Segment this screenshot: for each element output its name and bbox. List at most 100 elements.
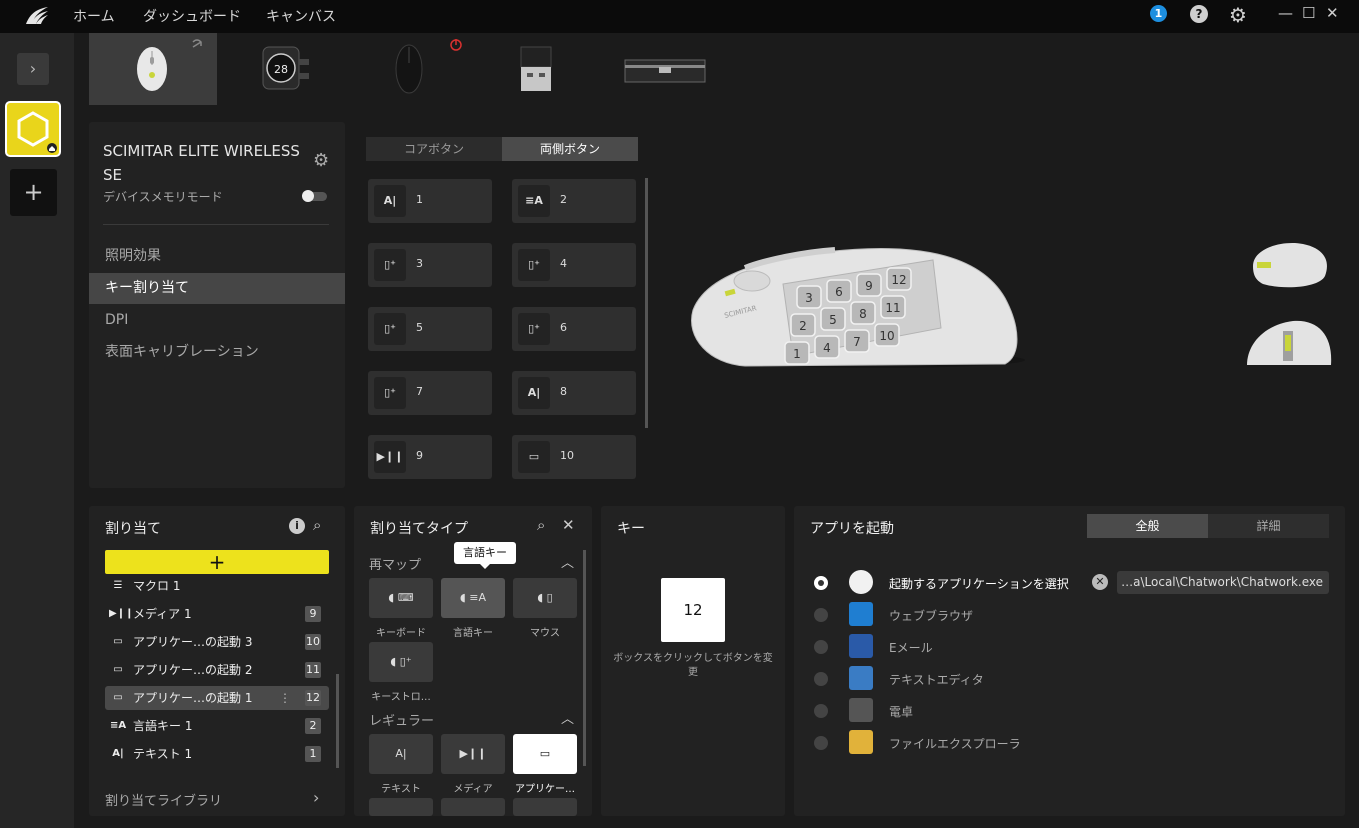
key-button-10[interactable]: ▭ 10 [512,435,636,479]
assignment-item[interactable]: ▭ アプリケー…の起動 2 11 [105,658,329,682]
key-hint-text: ボックスをクリックしてボタンを変更 [613,653,773,678]
text-type-card[interactable]: A| [369,734,433,774]
more-options-icon[interactable]: ⋮ [279,686,291,710]
assignment-type-panel: 割り当てタイプ ⌕ ✕ 再マップ ︿ 言語キー ◖ ⌨ キーボード ◖ ≡A 言語キー… [354,506,592,816]
corsair-logo-icon [26,7,48,24]
notification-badge[interactable]: 1 [1150,5,1167,22]
nav-canvas[interactable]: キャンバス [266,6,336,26]
radio-text-editor[interactable] [814,672,828,686]
mouse-top-view-thumbnail[interactable] [1243,236,1333,296]
app-launch-type-card[interactable]: ▭ [513,734,577,774]
help-icon[interactable]: ? [1190,5,1208,23]
close-icon[interactable]: ✕ [562,516,575,534]
radio-chatwork[interactable] [814,576,828,590]
language-icon: ≡A [518,185,550,217]
add-assignment-button[interactable]: + [105,550,329,574]
assignment-item[interactable]: ▭ アプリケー…の起動 1 12 ⋮ [105,686,329,710]
device-settings-gear-icon[interactable]: ⚙ [313,150,329,171]
chevron-up-icon[interactable]: ︿ [561,552,574,571]
profile-tile[interactable] [5,101,61,157]
scimitar-mouse-image: SCIMITAR 3 6 9 122 5 8 111 4 7 10 [691,247,1025,368]
nav-home[interactable]: ホーム [73,6,115,26]
assignment-list-scrollbar[interactable] [336,674,339,768]
clear-path-icon[interactable]: ✕ [1092,574,1108,590]
key-button-9[interactable]: ▶❙❙ 9 [368,435,492,479]
mouse-side-view-thumbnail[interactable] [1243,315,1335,373]
device-black-mouse[interactable] [345,33,473,105]
assignment-type-scrollbar[interactable] [583,550,586,766]
add-profile-button[interactable]: + [10,169,57,216]
assignment-library-link[interactable]: 割り当てライブラリ [105,790,222,809]
type-card-partial[interactable] [513,798,577,816]
maximize-icon[interactable]: ☐ [1302,4,1315,22]
white-mouse-icon [137,39,202,91]
key-button-1[interactable]: A| 1 [368,179,492,223]
key-button-6[interactable]: ▯⁺ 6 [512,307,636,351]
keypad-key-label: 4 [823,341,831,355]
tab-general[interactable]: 全般 [1087,514,1208,538]
radio-email[interactable] [814,640,828,654]
keypad-key-label: 2 [799,319,807,333]
key-button-3[interactable]: ▯⁺ 3 [368,243,492,287]
radio-browser[interactable] [814,608,828,622]
radio-folder[interactable] [814,736,828,750]
tab-core-buttons[interactable]: コアボタン [366,137,502,161]
device-name: SCIMITAR ELITE WIRELESS SE [103,142,300,184]
app-option-label: テキストエディタ [889,673,984,687]
device-ram-module[interactable] [601,33,729,105]
device-scimitar-white[interactable] [89,33,217,105]
tab-side-buttons[interactable]: 両側ボタン [502,137,638,161]
assignment-item[interactable]: ☰ マクロ 1 [105,574,329,598]
key-button-8[interactable]: A| 8 [512,371,636,415]
close-icon[interactable]: ✕ [1326,4,1339,22]
tab-advanced[interactable]: 詳細 [1208,514,1329,538]
keypad-key-label: 5 [829,313,837,327]
media-type-card[interactable]: ▶❙❙ [441,734,505,774]
text-icon: A| [112,748,124,759]
minimize-icon[interactable]: — [1278,4,1293,22]
assignment-key-count: 12 [305,690,321,706]
assignment-item[interactable]: ≡A 言語キー 1 2 [105,714,329,738]
keypad-key-label: 7 [853,335,861,349]
keystroke-type-card[interactable]: ◖ ▯⁺ [369,642,433,682]
type-card-partial[interactable] [369,798,433,816]
assignments-title: 割り当て [105,521,161,537]
search-icon[interactable]: ⌕ [537,516,545,534]
key-select-box[interactable]: 12 [661,578,725,642]
info-icon[interactable]: i [289,518,305,534]
mouse-type-card[interactable]: ◖ ▯ [513,578,577,618]
keypad-key-label: 3 [805,291,813,305]
key-grid-scrollbar[interactable] [645,178,648,428]
assignment-item[interactable]: ▶❙❙ メディア 1 9 [105,602,329,626]
menu-lighting-effects[interactable]: 照明効果 [89,241,345,272]
expand-rail-chevron-icon[interactable]: › [17,53,49,85]
settings-gear-icon[interactable]: ⚙ [1229,3,1247,27]
key-button-7[interactable]: ▯⁺ 7 [368,371,492,415]
assignments-panel: 割り当て i ⌕ + ☰ マクロ 1 ▶❙❙ メディア 1 9 ▭ アプリケー…の起動 3 1… [89,506,345,816]
device-memory-mode-toggle[interactable] [302,190,327,202]
language-type-card[interactable]: ◖ ≡A [441,578,505,618]
chevron-up-icon[interactable]: ︿ [561,708,574,727]
key-button-label: 4 [560,257,567,270]
radio-calculator[interactable] [814,704,828,718]
type-card-partial[interactable] [441,798,505,816]
assignment-item[interactable]: ▭ アプリケー…の起動 3 10 [105,630,329,654]
assignment-item[interactable]: A| テキスト 1 1 [105,742,329,766]
key-button-label: 5 [416,321,423,334]
keyboard-type-card[interactable]: ◖ ⌨ [369,578,433,618]
menu-key-assignments[interactable]: キー割り当て [89,273,345,304]
chevron-right-icon[interactable]: › [313,788,319,807]
search-icon[interactable]: ⌕ [313,516,321,534]
device-usb-dongle[interactable] [473,33,601,105]
menu-surface-calibration[interactable]: 表面キャリブレーション [89,337,345,368]
key-button-2[interactable]: ≡A 2 [512,179,636,223]
app-path-field[interactable]: …a\Local\Chatwork\Chatwork.exe [1117,571,1329,594]
device-cooler-display[interactable]: 28 [217,33,345,105]
key-button-5[interactable]: ▯⁺ 5 [368,307,492,351]
key-button-4[interactable]: ▯⁺ 4 [512,243,636,287]
key-button-label: 1 [416,193,423,206]
keystroke-icon: ▯⁺ [518,313,550,345]
nav-dashboard[interactable]: ダッシュボード [143,6,241,26]
menu-dpi[interactable]: DPI [89,305,345,336]
app-option-label: ウェブブラウザ [889,609,974,623]
